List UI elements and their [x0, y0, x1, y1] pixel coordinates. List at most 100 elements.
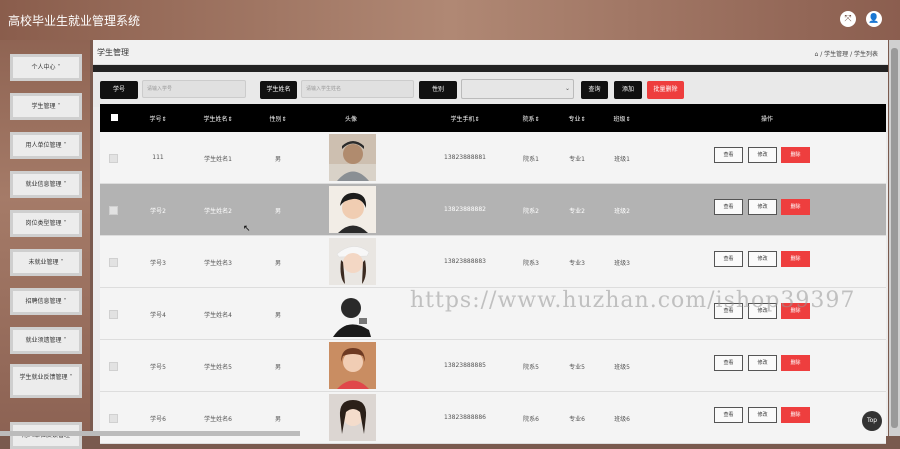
- gender-select[interactable]: ⌄: [461, 79, 574, 99]
- cell-student-no: 学号6: [150, 416, 166, 423]
- user-avatar-icon[interactable]: 👤: [866, 11, 882, 27]
- edit-button[interactable]: 修改: [748, 355, 777, 371]
- col-major[interactable]: 专业⇕: [564, 114, 590, 123]
- search-button[interactable]: 查询: [581, 81, 608, 99]
- select-all-checkbox[interactable]: [111, 114, 118, 121]
- cell-class: 班级3: [614, 260, 630, 267]
- cell-major: 专业3: [569, 260, 585, 267]
- table-row[interactable]: 学号6 学生姓名6 男 13823888886 院系6 专业6 班级6 查看 修…: [100, 392, 886, 444]
- edit-button[interactable]: 修改: [748, 199, 777, 215]
- delete-button[interactable]: 删除: [781, 407, 810, 423]
- view-button[interactable]: 查看: [714, 147, 743, 163]
- cell-student-name: 学生姓名4: [204, 312, 232, 319]
- student-avatar[interactable]: [329, 186, 376, 233]
- student-avatar[interactable]: [329, 394, 376, 441]
- cell-phone: 13823888882: [444, 206, 486, 213]
- delete-button[interactable]: 删除: [781, 199, 810, 215]
- table-row[interactable]: 111 学生姓名1 男 13823888881 院系1 专业1 班级1 查看 修…: [100, 132, 886, 184]
- sidebar-item-personal-center[interactable]: 个人中心 ˅: [10, 54, 82, 81]
- row-checkbox[interactable]: [109, 310, 118, 319]
- cell-student-no: 学号5: [150, 364, 166, 371]
- cell-dept: 院系6: [523, 416, 539, 423]
- student-avatar[interactable]: [329, 290, 376, 337]
- col-student-no[interactable]: 学号⇕: [141, 114, 175, 123]
- sidebar-item-job-type[interactable]: 岗位类型管理 ˅: [10, 210, 82, 237]
- view-button[interactable]: 查看: [714, 199, 743, 215]
- cell-student-no: 学号3: [150, 260, 166, 267]
- cell-gender: 男: [274, 312, 281, 319]
- delete-button[interactable]: 删除: [781, 355, 810, 371]
- cell-student-no: 学号2: [150, 208, 166, 215]
- delete-button[interactable]: 删除: [781, 147, 810, 163]
- row-checkbox[interactable]: [109, 362, 118, 371]
- cell-student-name: 学生姓名6: [204, 416, 232, 423]
- vertical-scrollbar[interactable]: [889, 40, 900, 436]
- cell-dept: 院系1: [523, 156, 539, 163]
- cell-dept: 院系3: [523, 260, 539, 267]
- cell-student-no: 111: [152, 154, 164, 161]
- col-gender[interactable]: 性别⇕: [263, 114, 293, 123]
- col-actions: 操作: [760, 116, 773, 123]
- edit-button[interactable]: 修改: [748, 147, 777, 163]
- row-checkbox[interactable]: [109, 258, 118, 267]
- sidebar-item-employer-management[interactable]: 用人单位管理 ˅: [10, 132, 82, 159]
- cell-class: 班级2: [614, 208, 630, 215]
- col-student-name[interactable]: 学生姓名⇕: [197, 114, 239, 123]
- batch-delete-button[interactable]: 批量删除: [647, 81, 684, 99]
- sidebar-item-recruitment[interactable]: 招聘信息管理 ˅: [10, 288, 82, 315]
- col-phone[interactable]: 学生手机⇕: [440, 114, 490, 123]
- sidebar: 个人中心 ˅ 学生管理 ˅ 用人单位管理 ˅ 就业信息管理 ˅ 岗位类型管理 ˅…: [0, 40, 90, 449]
- scrollbar-thumb[interactable]: [891, 48, 898, 428]
- horizontal-scrollbar[interactable]: [0, 431, 300, 436]
- mouse-cursor-icon: ↖: [243, 224, 251, 234]
- edit-button[interactable]: 修改: [748, 407, 777, 423]
- edit-button[interactable]: 修改: [748, 251, 777, 267]
- col-avatar: 头像: [344, 116, 357, 123]
- sidebar-item-employment-notice[interactable]: 就业须遗管理 ˅: [10, 327, 82, 354]
- cell-class: 班级1: [614, 156, 630, 163]
- cell-student-name: 学生姓名2: [204, 208, 232, 215]
- view-button[interactable]: 查看: [714, 407, 743, 423]
- app-title: 高校毕业生就业管理系统: [8, 14, 141, 28]
- cell-class: 班级5: [614, 364, 630, 371]
- row-checkbox[interactable]: [109, 414, 118, 423]
- cell-student-name: 学生姓名5: [204, 364, 232, 371]
- cell-gender: 男: [274, 260, 281, 267]
- sidebar-item-student-feedback[interactable]: 学生就业反馈管理 ˅: [10, 364, 82, 398]
- student-avatar[interactable]: [329, 238, 376, 285]
- student-no-input[interactable]: 请输入学号: [142, 80, 246, 98]
- sidebar-item-unemployed[interactable]: 未就业管理 ˅: [10, 249, 82, 276]
- watermark-text: https://www.huzhan.com/ishop39397: [410, 288, 856, 313]
- view-button[interactable]: 查看: [714, 251, 743, 267]
- col-class[interactable]: 班级⇕: [609, 114, 635, 123]
- breadcrumb[interactable]: ⌂ / 学生管理 / 学生列表: [815, 49, 878, 58]
- table-row[interactable]: 学号2 学生姓名2 男 13823888882 院系2 专业2 班级2 查看 修…: [100, 184, 886, 236]
- row-checkbox[interactable]: [109, 154, 118, 163]
- cell-phone: 13823888881: [444, 154, 486, 161]
- delete-button[interactable]: 删除: [781, 251, 810, 267]
- table-row[interactable]: 学号5 学生姓名5 男 13823888885 院系5 专业5 班级5 查看 修…: [100, 340, 886, 392]
- back-to-top-button[interactable]: Top: [862, 411, 882, 431]
- cell-major: 专业5: [569, 364, 585, 371]
- fullscreen-icon[interactable]: ⤧: [840, 11, 856, 27]
- main-panel: 学生管理 ⌂ / 学生管理 / 学生列表 学号 请输入学号 学生姓名 请输入学生…: [93, 40, 888, 444]
- student-name-input[interactable]: 请输入学生姓名: [301, 80, 414, 98]
- panel-header: 学生管理 ⌂ / 学生管理 / 学生列表: [93, 40, 888, 65]
- sidebar-item-employment-info[interactable]: 就业信息管理 ˅: [10, 171, 82, 198]
- sidebar-item-student-management[interactable]: 学生管理 ˅: [10, 93, 82, 120]
- row-checkbox[interactable]: [109, 206, 118, 215]
- cell-gender: 男: [274, 156, 281, 163]
- cell-gender: 男: [274, 416, 281, 423]
- view-button[interactable]: 查看: [714, 355, 743, 371]
- cell-gender: 男: [274, 364, 281, 371]
- add-button[interactable]: 添加: [614, 81, 642, 99]
- filter-bar: 学号 请输入学号 学生姓名 请输入学生姓名 性别 ⌄ 查询 添加 批量删除: [93, 72, 888, 107]
- cell-student-name: 学生姓名1: [204, 156, 232, 163]
- cell-phone: 13823888885: [444, 362, 486, 369]
- cell-class: 班级6: [614, 416, 630, 423]
- top-header: 高校毕业生就业管理系统 ⤧ 👤: [0, 0, 900, 40]
- student-avatar[interactable]: [329, 134, 376, 181]
- student-avatar[interactable]: [329, 342, 376, 389]
- col-dept[interactable]: 院系⇕: [518, 114, 544, 123]
- table-row[interactable]: 学号3 学生姓名3 男 13823888883 院系3 专业3 班级3 查看 修…: [100, 236, 886, 288]
